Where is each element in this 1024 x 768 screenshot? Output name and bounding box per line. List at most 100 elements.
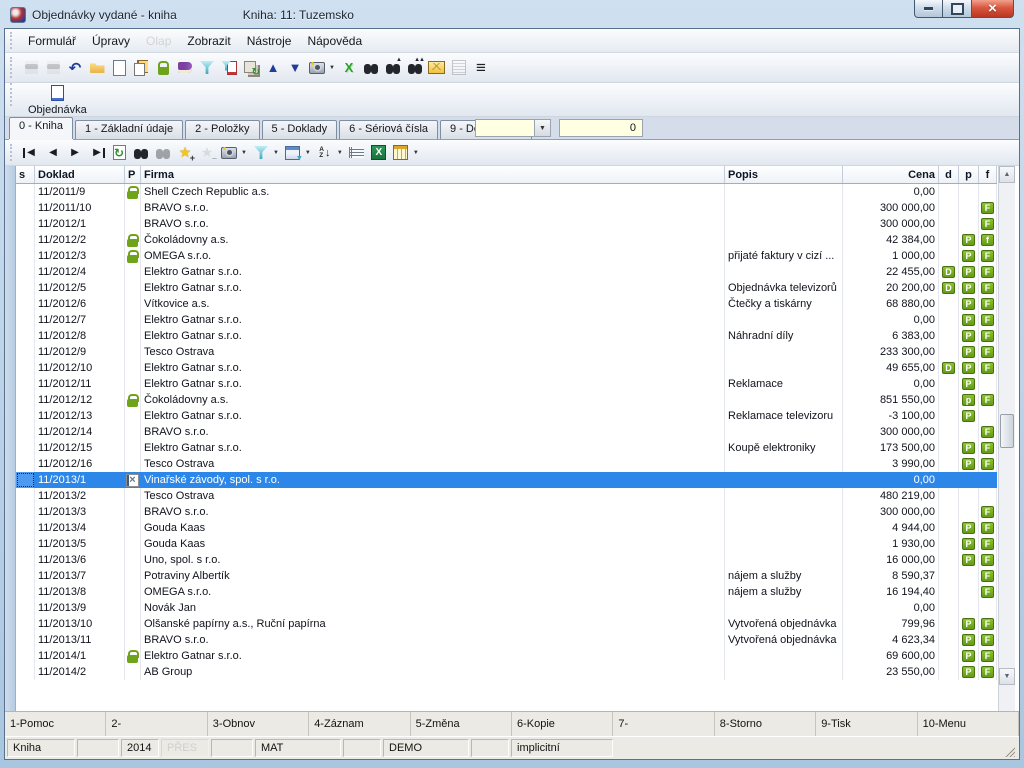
table-row[interactable]: 11/2013/10Olšanské papírny a.s., Ruční p… xyxy=(16,616,997,632)
mail-icon[interactable] xyxy=(427,58,447,78)
last-record-icon[interactable] xyxy=(87,143,107,163)
search-next-icon[interactable] xyxy=(383,58,403,78)
tab-0-kniha[interactable]: 0 - Kniha xyxy=(9,117,73,139)
list-settings-icon[interactable] xyxy=(347,143,367,163)
tab-2-polozky[interactable]: 2 - Položky xyxy=(185,120,259,139)
fkey-3-obnov[interactable]: 3-Obnov xyxy=(208,712,309,736)
scroll-up-icon[interactable]: ▲ xyxy=(999,166,1015,183)
column-header-cena[interactable]: Cena xyxy=(843,166,939,183)
move-up-icon[interactable] xyxy=(263,58,283,78)
open-folder-icon[interactable] xyxy=(87,58,107,78)
menu-napoveda[interactable]: Nápověda xyxy=(299,31,370,51)
table-row[interactable]: 11/2012/1BRAVO s.r.o.300 000,00F xyxy=(16,216,997,232)
filter-icon[interactable] xyxy=(197,58,217,78)
chevron-down-icon[interactable]: ▼ xyxy=(329,65,335,71)
scrollbar-thumb[interactable] xyxy=(1000,414,1014,448)
fkey-10-menu[interactable]: 10-Menu xyxy=(918,712,1019,736)
filter-document-icon[interactable] xyxy=(219,58,239,78)
column-header-p-icon[interactable]: P xyxy=(125,166,141,183)
fkey-4-zaznam[interactable]: 4-Záznam xyxy=(309,712,410,736)
table-row[interactable]: 11/2012/11Elektro Gatnar s.r.o.Reklamace… xyxy=(16,376,997,392)
table-row[interactable]: 11/2013/11BRAVO s.r.o.Vytvořená objednáv… xyxy=(16,632,997,648)
star-add-icon[interactable] xyxy=(175,143,195,163)
fkey-1-pomoc[interactable]: 1-Pomoc xyxy=(5,712,106,736)
vertical-scrollbar[interactable]: ▲ ▼ xyxy=(998,166,1015,711)
form-settings-icon[interactable] xyxy=(283,143,303,163)
table-row[interactable]: 11/2011/10BRAVO s.r.o.300 000,00F xyxy=(16,200,997,216)
book-icon[interactable] xyxy=(175,58,195,78)
column-header-s[interactable]: s xyxy=(16,166,35,183)
table-row[interactable]: 11/2012/6Vítkovice a.s.Čtečky a tiskárny… xyxy=(16,296,997,312)
table-row[interactable]: 11/2012/5Elektro Gatnar s.r.o.Objednávka… xyxy=(16,280,997,296)
menu-upravy[interactable]: Úpravy xyxy=(84,31,138,51)
column-header-d[interactable]: d xyxy=(939,166,959,183)
table-row[interactable]: 11/2013/6Uno, spol. s r.o.16 000,00PF xyxy=(16,552,997,568)
table-row[interactable]: 11/2013/3BRAVO s.r.o.300 000,00F xyxy=(16,504,997,520)
menu-zobrazit[interactable]: Zobrazit xyxy=(179,31,238,51)
chevron-down-icon[interactable]: ▼ xyxy=(413,150,419,156)
table-row-selected[interactable]: 11/2013/1×Vinařské závody, spol. s r.o.0… xyxy=(16,472,997,488)
chevron-down-icon[interactable]: ▼ xyxy=(337,150,343,156)
chevron-down-icon[interactable]: ▼ xyxy=(305,150,311,156)
table-row[interactable]: 11/2013/8OMEGA s.r.o.nájem a služby16 19… xyxy=(16,584,997,600)
views-camera-icon[interactable] xyxy=(219,143,239,163)
tab-1-zakladni-udaje[interactable]: 1 - Základní údaje xyxy=(75,120,183,139)
table-row[interactable]: 11/2012/3OMEGA s.r.o.přijaté faktury v c… xyxy=(16,248,997,264)
fkey-2[interactable]: 2- xyxy=(106,712,207,736)
table-row[interactable]: 11/2012/8Elektro Gatnar s.r.o.Náhradní d… xyxy=(16,328,997,344)
views-camera-icon[interactable] xyxy=(307,58,327,78)
refresh-icon[interactable] xyxy=(109,143,129,163)
menu-formular[interactable]: Formulář xyxy=(20,31,84,51)
table-row[interactable]: 11/2014/1Elektro Gatnar s.r.o.69 600,00P… xyxy=(16,648,997,664)
chevron-down-icon[interactable]: ▼ xyxy=(241,150,247,156)
table-row[interactable]: 11/2012/9Tesco Ostrava233 300,00PF xyxy=(16,344,997,360)
refresh-stack-icon[interactable] xyxy=(241,58,261,78)
table-row[interactable]: 11/2012/4Elektro Gatnar s.r.o.22 455,00D… xyxy=(16,264,997,280)
column-header-doklad[interactable]: Doklad xyxy=(35,166,125,183)
copy-icon[interactable] xyxy=(131,58,151,78)
maximize-button[interactable] xyxy=(943,0,972,18)
search-previous-icon[interactable] xyxy=(405,58,425,78)
table-row[interactable]: 11/2013/9Novák Jan0,00 xyxy=(16,600,997,616)
table-row[interactable]: 11/2012/15Elektro Gatnar s.r.o.Koupě ele… xyxy=(16,440,997,456)
column-header-firma[interactable]: Firma xyxy=(141,166,725,183)
move-down-icon[interactable] xyxy=(285,58,305,78)
fkey-5-zmena[interactable]: 5-Změna xyxy=(411,712,512,736)
objednavka-button[interactable]: Objednávka xyxy=(20,83,95,116)
minimize-button[interactable] xyxy=(914,0,943,18)
fkey-7[interactable]: 7- xyxy=(613,712,714,736)
table-row[interactable]: 11/2013/2Tesco Ostrava480 219,00 xyxy=(16,488,997,504)
previous-record-icon[interactable] xyxy=(43,143,63,163)
next-record-icon[interactable] xyxy=(65,143,85,163)
menu-nastroje[interactable]: Nástroje xyxy=(239,31,300,51)
first-record-icon[interactable] xyxy=(21,143,41,163)
table-row[interactable]: 11/2013/4Gouda Kaas4 944,00PF xyxy=(16,520,997,536)
table-row[interactable]: 11/2012/14BRAVO s.r.o.300 000,00F xyxy=(16,424,997,440)
undo-icon[interactable] xyxy=(65,58,85,78)
fkey-9-tisk[interactable]: 9-Tisk xyxy=(816,712,917,736)
book-combo[interactable]: ▼ xyxy=(475,119,551,137)
record-count-field[interactable] xyxy=(559,119,643,137)
lock-icon[interactable] xyxy=(153,58,173,78)
column-header-popis[interactable]: Popis xyxy=(725,166,843,183)
table-columns-icon[interactable] xyxy=(391,143,411,163)
chevron-down-icon[interactable]: ▼ xyxy=(534,120,550,136)
table-row[interactable]: 11/2011/9Shell Czech Republic a.s.0,00 xyxy=(16,184,997,200)
excel-export-icon[interactable] xyxy=(369,143,389,163)
fkey-8-storno[interactable]: 8-Storno xyxy=(715,712,816,736)
chevron-down-icon[interactable]: ▼ xyxy=(273,150,279,156)
column-header-p[interactable]: p xyxy=(959,166,979,183)
filter-icon[interactable] xyxy=(251,143,271,163)
table-row[interactable]: 11/2013/7Potraviny Albertíknájem a služb… xyxy=(16,568,997,584)
table-row[interactable]: 11/2013/5Gouda Kaas1 930,00PF xyxy=(16,536,997,552)
menu-list-icon[interactable] xyxy=(471,58,491,78)
table-row[interactable]: 11/2012/7Elektro Gatnar s.r.o.0,00PF xyxy=(16,312,997,328)
search-icon[interactable] xyxy=(361,58,381,78)
table-row[interactable]: 11/2012/2Čokoládovny a.s.42 384,00Pf xyxy=(16,232,997,248)
table-row[interactable]: 11/2012/10Elektro Gatnar s.r.o.49 655,00… xyxy=(16,360,997,376)
tab-5-doklady[interactable]: 5 - Doklady xyxy=(262,120,338,139)
tab-6-seriova-cisla[interactable]: 6 - Sériová čísla xyxy=(339,120,438,139)
delete-record-icon[interactable] xyxy=(339,58,359,78)
scroll-down-icon[interactable]: ▼ xyxy=(999,668,1015,685)
table-row[interactable]: 11/2014/2AB Group23 550,00PF xyxy=(16,664,997,680)
